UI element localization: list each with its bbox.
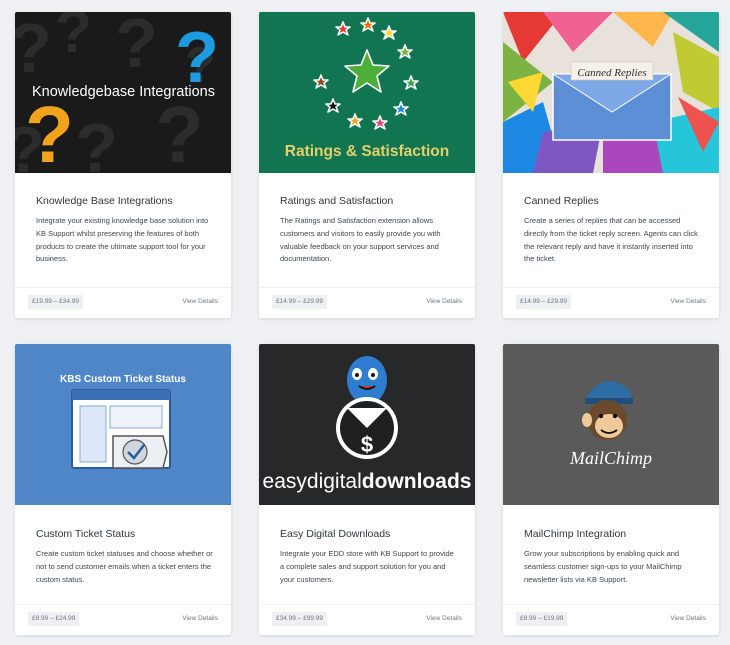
product-thumbnail[interactable]: MailChimp xyxy=(503,344,719,505)
svg-text:$: $ xyxy=(361,432,373,457)
view-details-link[interactable]: View Details xyxy=(426,295,462,309)
svg-text:?: ? xyxy=(155,90,204,173)
image-title: easydigitaldownloads xyxy=(263,470,472,493)
product-thumbnail[interactable]: Canned Replies xyxy=(503,12,719,173)
svg-text:?: ? xyxy=(25,90,74,173)
card-description: Integrate your EDD store with KB Support… xyxy=(280,549,454,584)
card-description: Grow your subscriptions by enabling quic… xyxy=(524,549,682,584)
question-marks-image: ? ? ? ? ? ? ? ? ? Knowledgebase Integrat… xyxy=(15,12,231,173)
card-description: Integrate your existing knowledge base s… xyxy=(36,216,209,264)
ticket-icon xyxy=(112,435,168,469)
window-icon-image: KBS Custom Ticket Status xyxy=(15,344,231,505)
mascot-icon xyxy=(347,356,387,404)
download-circle-icon: $ xyxy=(336,397,398,459)
card-footer: £9.99 – £24.99 View Details xyxy=(15,604,231,635)
stars-image: Ratings & Satisfaction xyxy=(259,12,475,173)
card-title[interactable]: Knowledge Base Integrations xyxy=(36,195,173,207)
svg-text:?: ? xyxy=(15,12,52,87)
view-details-link[interactable]: View Details xyxy=(426,612,462,626)
product-thumbnail[interactable]: ? ? ? ? ? ? ? ? ? Knowledgebase Integrat… xyxy=(15,12,231,173)
card-description: Create custom ticket statuses and choose… xyxy=(36,549,213,584)
price-badge: £34.99 – £99.99 xyxy=(272,612,327,626)
product-card[interactable]: MailChimp MailChimp Integration Grow you… xyxy=(503,344,719,635)
image-title: Canned Replies xyxy=(577,67,646,79)
card-footer: £9.99 – £19.99 View Details xyxy=(503,604,719,635)
price-badge: £9.99 – £24.99 xyxy=(28,612,80,626)
svg-text:?: ? xyxy=(115,12,158,82)
card-description: Create a series of replies that can be a… xyxy=(524,216,698,264)
product-card[interactable]: $ easydigitaldownloads Easy Digital Down… xyxy=(259,344,475,635)
mailchimp-logo-image: MailChimp xyxy=(503,344,719,505)
price-badge: £14.99 – £29.99 xyxy=(272,295,327,309)
view-details-link[interactable]: View Details xyxy=(182,612,218,626)
price-badge: £9.99 – £19.99 xyxy=(516,612,568,626)
image-title: Ratings & Satisfaction xyxy=(285,143,450,160)
card-title[interactable]: Easy Digital Downloads xyxy=(280,528,390,540)
product-card[interactable]: Canned Replies Canned Replies Create a s… xyxy=(503,12,719,318)
view-details-link[interactable]: View Details xyxy=(182,295,218,309)
svg-text:?: ? xyxy=(55,12,92,65)
edd-logo-image: $ easydigitaldownloads xyxy=(259,344,475,505)
image-title: MailChimp xyxy=(569,448,652,468)
card-description: The Ratings and Satisfaction extension a… xyxy=(280,216,441,264)
product-card[interactable]: ? ? ? ? ? ? ? ? ? Knowledgebase Integrat… xyxy=(15,12,231,318)
product-card[interactable]: KBS Custom Ticket Status Custom Ticket S… xyxy=(15,344,231,635)
card-footer: £34.99 – £99.99 View Details xyxy=(259,604,475,635)
image-title: KBS Custom Ticket Status xyxy=(60,374,186,385)
view-details-link[interactable]: View Details xyxy=(670,612,706,626)
product-thumbnail[interactable]: $ easydigitaldownloads xyxy=(259,344,475,505)
svg-text:?: ? xyxy=(75,109,118,173)
card-title[interactable]: Ratings and Satisfaction xyxy=(280,195,393,207)
card-footer: £14.99 – £29.99 View Details xyxy=(503,287,719,318)
price-badge: £14.99 – £29.99 xyxy=(516,295,571,309)
card-title[interactable]: Custom Ticket Status xyxy=(36,528,135,540)
product-thumbnail[interactable]: Ratings & Satisfaction xyxy=(259,12,475,173)
card-title[interactable]: MailChimp Integration xyxy=(524,528,626,540)
product-card[interactable]: Ratings & Satisfaction Ratings and Satis… xyxy=(259,12,475,318)
product-thumbnail[interactable]: KBS Custom Ticket Status xyxy=(15,344,231,505)
card-footer: £14.99 – £29.99 View Details xyxy=(259,287,475,318)
image-title: Knowledgebase Integrations xyxy=(32,84,215,100)
view-details-link[interactable]: View Details xyxy=(670,295,706,309)
envelopes-image: Canned Replies xyxy=(503,12,719,173)
card-footer: £19.99 – £34.99 View Details xyxy=(15,287,231,318)
price-badge: £19.99 – £34.99 xyxy=(28,295,83,309)
card-title[interactable]: Canned Replies xyxy=(524,195,599,207)
